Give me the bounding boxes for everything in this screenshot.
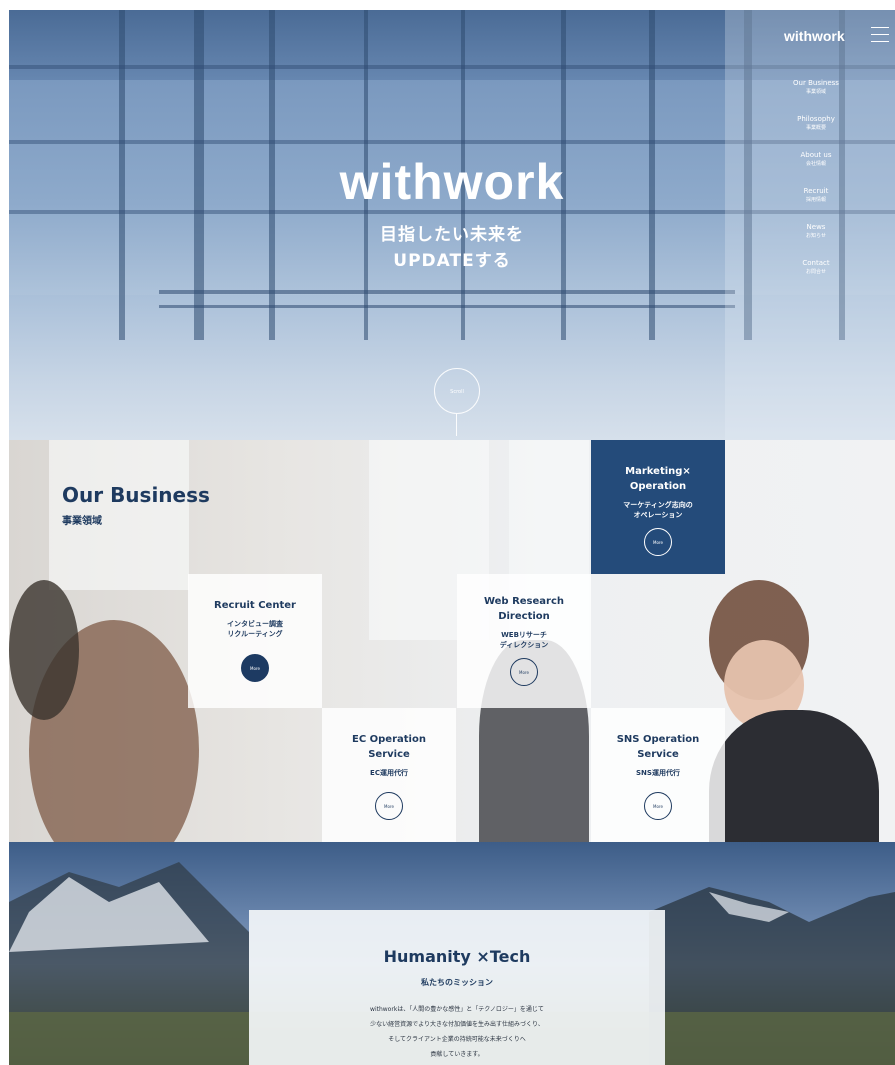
more-button[interactable]: More [241,654,269,682]
mission-section: Humanity ×Tech 私たちのミッション withworkは、「人間の豊… [9,842,895,1065]
hero-tagline-line2: UPDATEする [393,251,511,271]
hero-railing [159,290,735,308]
nav-item-contact[interactable]: Contact お問合せ [786,258,846,294]
person-photo [9,580,79,720]
tile-subtitle: マーケティング志向の オペレーション [623,501,693,519]
nav-item-label: Our Business [793,79,839,87]
tile-subtitle: EC運用代行 [370,769,408,777]
hero-logo: withwork [339,154,565,210]
hero-section: withwork 目指したい未来を UPDATEする Scroll [9,10,895,440]
person-photo [709,710,879,842]
nav-item-sublabel: 事業概要 [805,125,826,131]
mission-body-line: withworkは、「人間の豊かな感性」と「テクノロジー」を通じて [370,1006,544,1013]
tile-title: SNS Operation Service [616,734,700,760]
tile-title: Recruit Center [214,600,296,611]
nav-item-label: Philosophy [797,115,835,123]
tile-title: EC Operation Service [352,734,426,760]
nav-item-sublabel: お知らせ [806,233,826,239]
mission-body: withworkは、「人間の豊かな感性」と「テクノロジー」を通じて 少ない経営資… [249,1002,665,1062]
hero-tagline-line1: 目指したい未来を [380,225,524,245]
tile-ec-operation-service[interactable]: EC Operation Service EC運用代行 More [322,708,456,842]
more-button[interactable]: More [644,528,672,556]
nav-item-philosophy[interactable]: Philosophy 事業概要 [786,114,846,150]
hamburger-menu-icon[interactable] [871,27,889,43]
mission-body-line: 少ない経営資源でより大きな付加価値を生み出す仕組みづくり、 [370,1021,544,1028]
nav-item-sublabel: 会社情報 [805,161,826,167]
nav-item-our-business[interactable]: Our Business 事業領域 [786,78,846,114]
scroll-button[interactable]: Scroll [434,368,480,414]
mission-subtitle: 私たちのミッション [421,978,493,987]
nav-item-sublabel: お問合せ [805,269,826,275]
scroll-line [456,414,457,436]
business-title: Our Business [62,483,210,507]
mission-title: Humanity ×Tech [383,947,531,966]
tile-marketing-operation[interactable]: Marketing× Operation マーケティング志向の オペレーション … [591,440,725,574]
more-button[interactable]: More [510,658,538,686]
business-subtitle: 事業領域 [62,516,102,527]
mission-body-line: 貢献していきます。 [430,1051,484,1058]
business-section: Our Business 事業領域 Marketing× Operation マ… [9,440,895,842]
nav-item-news[interactable]: News お知らせ [786,222,846,258]
nav-item-about-us[interactable]: About us 会社情報 [786,150,846,186]
tile-subtitle: WEBリサーチ ディレクション [499,631,549,649]
tile-subtitle: インタビュー調査 リクルーティング [227,620,283,638]
nav-item-label: About us [800,151,832,159]
mission-card: Humanity ×Tech 私たちのミッション withworkは、「人間の豊… [249,910,665,1065]
nav-item-recruit[interactable]: Recruit 採用情報 [786,186,846,222]
more-button[interactable]: More [644,792,672,820]
more-button[interactable]: More [375,792,403,820]
tile-subtitle: SNS運用代行 [636,769,680,777]
tile-recruit-center[interactable]: Recruit Center インタビュー調査 リクルーティング More [188,574,322,708]
tile-sns-operation-service[interactable]: SNS Operation Service SNS運用代行 More [591,708,725,842]
header-brand-logo[interactable]: withwork [784,28,845,44]
side-nav: Our Business 事業領域 Philosophy 事業概要 About … [786,78,846,294]
nav-item-sublabel: 事業領域 [805,89,826,95]
tile-web-research-direction[interactable]: Web Research Direction WEBリサーチ ディレクション M… [457,574,591,708]
mission-body-line: そしてクライアント企業の持続可能な未来づくりへ [388,1036,526,1043]
nav-item-label: Contact [802,259,830,267]
nav-item-label: News [806,223,826,231]
nav-item-sublabel: 採用情報 [805,197,826,203]
nav-item-label: Recruit [803,187,829,195]
tile-title: Web Research Direction [483,596,565,622]
tile-title: Marketing× Operation [625,466,691,492]
